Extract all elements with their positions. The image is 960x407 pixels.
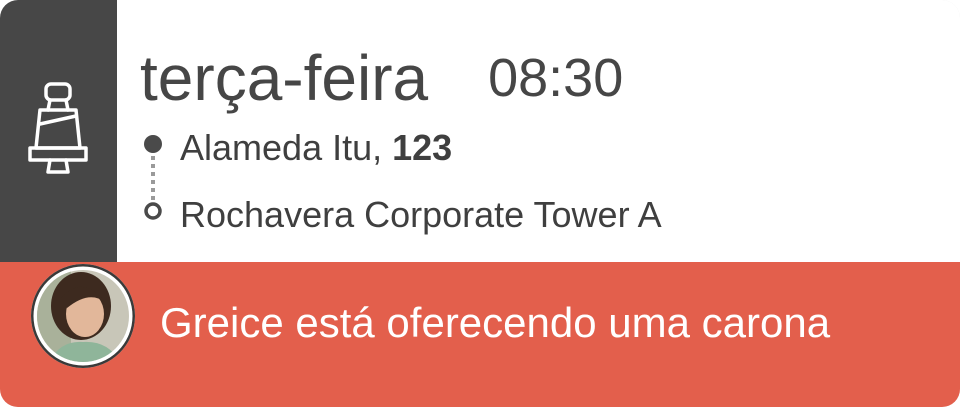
- trip-details: terça-feira 08:30 Alameda Itu, 123 Rochav…: [0, 0, 960, 262]
- filled-dot-icon: [144, 135, 162, 153]
- car-seat-icon: [28, 82, 88, 174]
- route-line: [144, 135, 162, 220]
- trip-day: terça-feira: [140, 42, 429, 114]
- side-panel: [0, 0, 117, 262]
- origin-street: Alameda Itu,: [180, 127, 383, 168]
- trip-time: 08:30: [488, 48, 624, 108]
- ride-card[interactable]: terça-feira 08:30 Alameda Itu, 123 Rochav…: [0, 0, 960, 407]
- trip-heading: terça-feira 08:30: [140, 38, 623, 118]
- offer-text: Greice está oferecendo uma carona: [160, 299, 831, 346]
- hollow-dot-icon: [144, 202, 162, 220]
- destination-address: Rochavera Corporate Tower A: [180, 194, 662, 235]
- avatar[interactable]: [31, 264, 135, 368]
- avatar-photo: [33, 266, 133, 366]
- origin-number: 123: [392, 127, 453, 168]
- origin-address: Alameda Itu, 123: [180, 126, 452, 170]
